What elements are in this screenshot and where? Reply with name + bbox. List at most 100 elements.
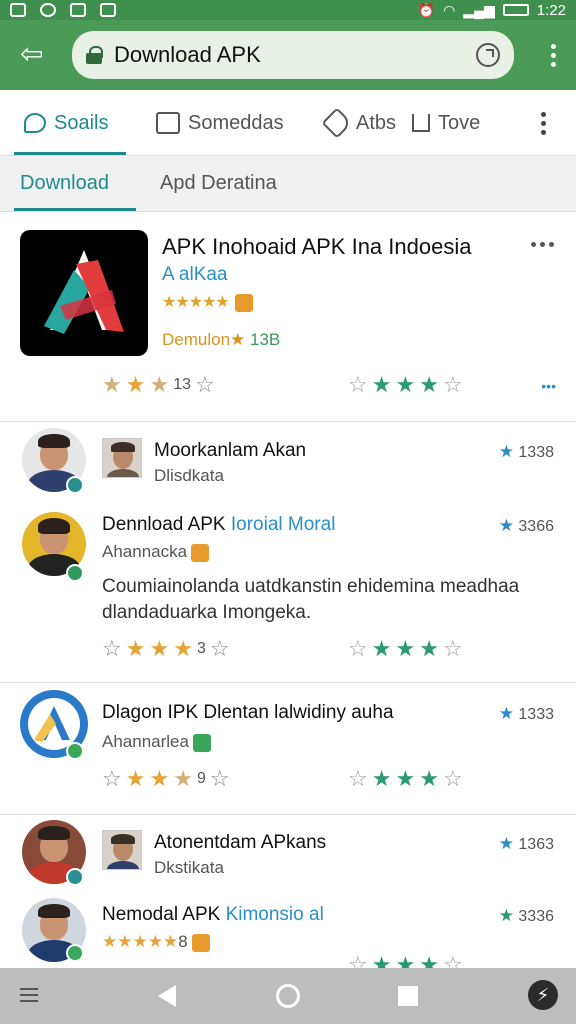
nav-recents-icon[interactable] <box>394 982 422 1010</box>
screen-icon <box>156 112 180 134</box>
star-outline-icon[interactable]: ☆ <box>210 768 230 790</box>
divider <box>0 682 576 683</box>
tag-icon <box>321 107 353 139</box>
chat-notification-icon <box>40 3 56 17</box>
grid-notification-icon <box>70 3 86 17</box>
clock: 1:22 <box>536 1 566 19</box>
reviewer-sub: Dkstikata <box>154 858 224 877</box>
verified-badge-icon <box>66 868 84 886</box>
small-avatar[interactable] <box>102 830 142 870</box>
back-arrow-icon[interactable]: ⇦ <box>20 40 43 68</box>
rating-summary-left: ★ ★ ★ 13 ☆ <box>102 372 215 397</box>
primary-tabs: Soails Someddas Atbs Tove <box>0 90 576 156</box>
secondary-tabs: Download Apd Deratina <box>0 156 576 212</box>
rating-stars: ★★★★★ <box>162 294 230 311</box>
review-text: Coumiainolanda uatdkanstin ehidemina mea… <box>102 576 520 623</box>
review-item[interactable]: Moorkanlam Akan Dlisdkata ★ 1338 <box>0 422 576 502</box>
menu-icon[interactable] <box>20 982 48 1010</box>
app-downloads: Demulon★ 13B <box>162 330 280 350</box>
signal-icon: ▂▄▆ <box>463 1 495 18</box>
rating-count: 3 <box>196 640 206 657</box>
badge-icon <box>191 933 210 952</box>
nav-home-icon[interactable] <box>274 982 302 1010</box>
active-subtab-indicator <box>14 208 136 211</box>
url-text: Download APK <box>114 42 261 67</box>
small-avatar[interactable] <box>102 438 142 478</box>
status-bar: ⏰ ◠ ▂▄▆ 1:22 <box>0 0 576 20</box>
nav-back-icon[interactable] <box>158 982 186 1010</box>
star-outline-icon[interactable]: ☆ <box>195 374 215 396</box>
app-rating: ★★★★★ <box>162 292 253 312</box>
reviewer-sub: Dlisdkata <box>154 466 224 485</box>
notification-icon <box>10 3 26 17</box>
active-tab-indicator <box>14 152 126 155</box>
image-notification-icon <box>100 3 116 17</box>
verified-badge-icon <box>66 944 84 962</box>
overflow-menu-icon[interactable] <box>551 44 556 67</box>
review-rate-stars[interactable]: ☆ ★ ★ ★ ☆ <box>348 768 463 790</box>
badge-icon <box>234 293 253 312</box>
star-outline-icon[interactable]: ☆ <box>210 638 230 660</box>
verified-badge-icon <box>66 742 84 760</box>
share-icon <box>412 114 430 132</box>
review-item[interactable]: Atonentdam APkans Dkstikata ★ 1363 <box>0 816 576 890</box>
tabs-menu-icon[interactable] <box>541 112 546 135</box>
badge-icon <box>191 543 210 562</box>
tab-atbs[interactable]: Atbs <box>321 90 397 156</box>
assistant-icon[interactable]: ⚡ <box>528 980 558 1010</box>
rating-count: 13 <box>173 376 191 393</box>
lock-icon <box>86 46 103 64</box>
reviewer-name: Moorkanlam Akan <box>154 440 307 461</box>
app-title: APK Inohoaid APK Ina Indoesia <box>162 234 472 259</box>
more-options-icon[interactable] <box>531 242 554 247</box>
reviewer-name: Atonentdam APkans <box>154 832 327 853</box>
review-item[interactable]: Dennload APK Ioroial Moral Ahannacka ★ 3… <box>0 502 576 682</box>
review-title: Dennload APK Ioroial Moral <box>102 514 336 535</box>
review-item[interactable]: Nemodal APK Kimonsio al ★★★★★8 ★ 3336 ☆ ★… <box>0 892 576 968</box>
system-nav-bar: ⚡ <box>0 968 576 1024</box>
tab-label: Atbs <box>356 111 397 134</box>
app-card[interactable]: APK Inohoaid APK Ina Indoesia A alKaa ★★… <box>0 212 576 422</box>
battery-icon <box>502 4 529 16</box>
verified-badge-icon <box>66 476 84 494</box>
browser-toolbar: ⇦ Download APK <box>0 20 576 90</box>
review-rate-stars[interactable]: ☆ ★ ★ ★ ☆ <box>348 638 463 660</box>
downloads-count: 13B <box>250 330 281 349</box>
review-count: ★ 1333 <box>498 704 554 723</box>
reviewer-sub: Ahannarlea <box>102 732 211 752</box>
review-rate-stars[interactable]: ☆ ★ ★ ★ ☆ <box>348 954 463 969</box>
tab-apd-deratina[interactable]: Apd Deratina <box>160 172 277 195</box>
review-rating-left: ☆ ★ ★ ★ 9 ☆ <box>102 766 230 791</box>
review-count: ★ 1363 <box>498 834 554 853</box>
reload-icon[interactable] <box>476 43 500 67</box>
more-dots-icon[interactable]: ••• <box>541 378 556 394</box>
url-bar[interactable]: Download APK <box>72 31 514 79</box>
tab-label: Tove <box>438 111 481 134</box>
reviewer-rating: ★★★★★8 <box>102 932 210 952</box>
chat-icon <box>24 113 46 133</box>
review-count: ★ 1338 <box>498 442 554 461</box>
review-item[interactable]: Dlagon IPK Dlentan lalwidiny auha Ahanna… <box>0 684 576 812</box>
rating-count: 9 <box>196 770 206 787</box>
badge-icon <box>192 733 211 752</box>
verified-badge-icon <box>66 564 84 582</box>
wifi-icon: ◠ <box>443 1 456 18</box>
alarm-icon: ⏰ <box>417 1 436 18</box>
review-rating-left: ☆ ★ ★ ★ 3 ☆ <box>102 636 230 661</box>
reviewer-sub: Ahannacka <box>102 542 210 562</box>
review-title: Dlagon IPK Dlentan lalwidiny auha <box>102 702 394 723</box>
tab-someddas[interactable]: Someddas <box>156 90 284 156</box>
rate-stars-right[interactable]: ☆ ★ ★ ★ ☆ <box>348 374 463 396</box>
review-count: ★ 3366 <box>498 516 554 535</box>
tab-label: Soails <box>54 111 109 134</box>
tab-download[interactable]: Download <box>20 172 109 195</box>
app-logo <box>20 230 148 356</box>
tab-label: Someddas <box>188 111 284 134</box>
tab-soails[interactable]: Soails <box>24 90 108 156</box>
divider <box>0 814 576 815</box>
tab-tove[interactable]: Tove <box>412 90 480 156</box>
review-title: Nemodal APK Kimonsio al <box>102 904 324 925</box>
downloads-label: Demulon★ <box>162 330 246 349</box>
review-count: ★ 3336 <box>498 906 554 925</box>
app-developer[interactable]: A alKaa <box>162 264 228 286</box>
